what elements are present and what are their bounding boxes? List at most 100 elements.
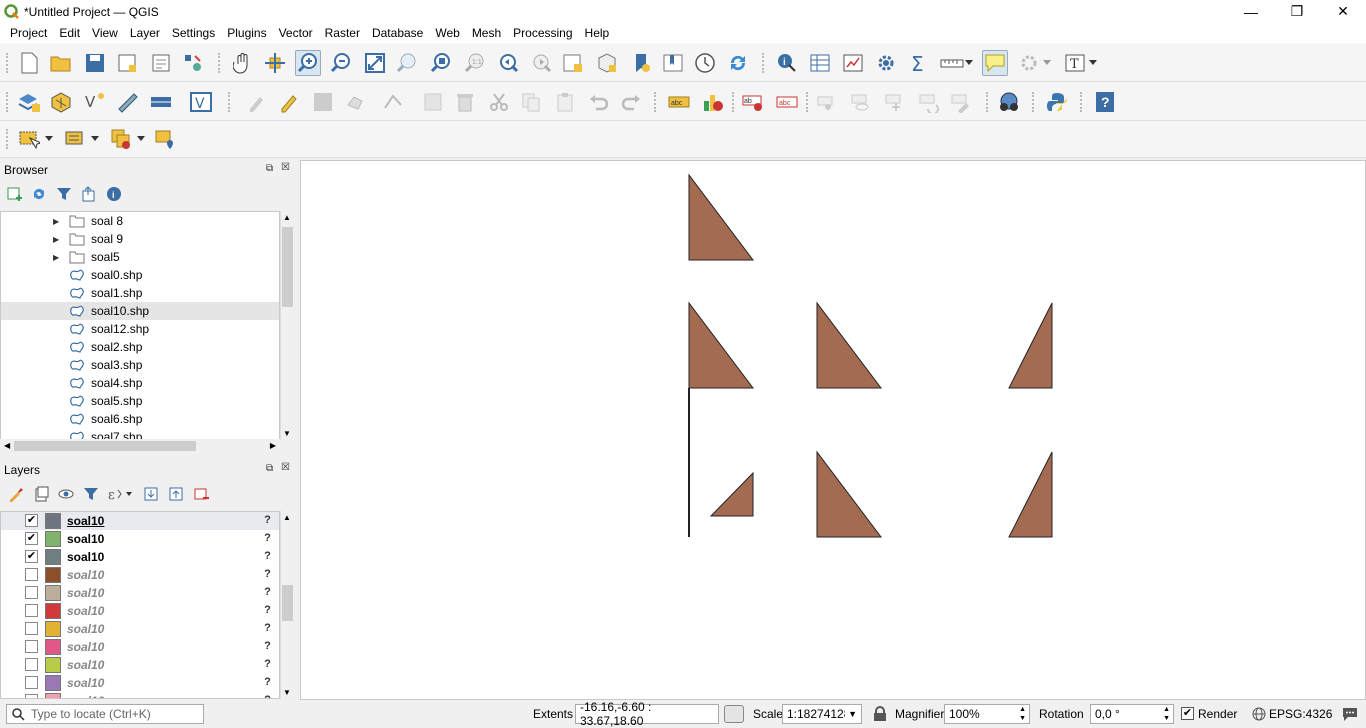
- zoom-next-icon[interactable]: [528, 50, 554, 76]
- refresh-icon[interactable]: [31, 186, 47, 202]
- menu-mesh[interactable]: Mesh: [466, 23, 507, 43]
- expand-arrow-icon[interactable]: ▶: [53, 235, 59, 244]
- delete-selected-icon[interactable]: [452, 89, 478, 115]
- chevron-down-icon[interactable]: [1086, 50, 1100, 76]
- toolbar-grip[interactable]: [806, 92, 810, 112]
- layout-manager-icon[interactable]: [148, 50, 174, 76]
- spin-arrows-icon[interactable]: ▲ ▼: [1019, 705, 1026, 723]
- chevron-down-icon[interactable]: [42, 126, 56, 152]
- toolbar-grip[interactable]: [6, 92, 10, 112]
- toolbar-grip[interactable]: [1032, 92, 1036, 112]
- menu-web[interactable]: Web: [429, 23, 465, 43]
- select-by-value-icon[interactable]: [62, 126, 88, 152]
- toolbar-grip[interactable]: [1080, 92, 1084, 112]
- browser-tree[interactable]: ▶ soal 8 ▶ soal 9 ▶ soal5 soal0.shp soal1.s…: [0, 211, 280, 440]
- browser-item[interactable]: soal4.shp: [1, 374, 279, 392]
- layer-labeling-icon[interactable]: ab: [740, 89, 766, 115]
- triangle-feature[interactable]: [688, 173, 755, 261]
- magnifier-spinbox[interactable]: 100% ▲ ▼: [944, 704, 1030, 724]
- open-attribute-table-icon[interactable]: [807, 50, 833, 76]
- menu-vector[interactable]: Vector: [273, 23, 319, 43]
- close-panel-icon[interactable]: ☒: [281, 462, 290, 473]
- help-contents-icon[interactable]: ?: [1092, 89, 1118, 115]
- triangle-feature[interactable]: [816, 301, 883, 389]
- new-print-layout-icon[interactable]: [114, 50, 140, 76]
- chevron-down-icon[interactable]: [134, 126, 148, 152]
- menu-edit[interactable]: Edit: [53, 23, 86, 43]
- map-tips-icon[interactable]: [982, 50, 1008, 76]
- layers-vertical-scrollbar[interactable]: ▲ ▼: [280, 511, 294, 699]
- layer-symbol-swatch[interactable]: [45, 549, 61, 565]
- unknown-crs-icon[interactable]: ?: [261, 550, 274, 564]
- layer-item[interactable]: soal10?: [1, 566, 279, 584]
- triangle-feature[interactable]: [1008, 451, 1053, 538]
- menu-database[interactable]: Database: [366, 23, 429, 43]
- layer-symbol-swatch[interactable]: [45, 621, 61, 637]
- text-annotation-icon[interactable]: T: [1062, 50, 1088, 76]
- unknown-crs-icon[interactable]: ?: [261, 658, 274, 672]
- browser-item[interactable]: soal6.shp: [1, 410, 279, 428]
- triangle-feature[interactable]: [688, 301, 755, 389]
- new-temporary-layer-icon[interactable]: V: [188, 89, 214, 115]
- layer-visibility-checkbox[interactable]: [25, 604, 38, 617]
- layer-visibility-checkbox[interactable]: [25, 568, 38, 581]
- show-hide-labels-icon[interactable]: [848, 89, 874, 115]
- browser-horizontal-scrollbar[interactable]: ◀ ▶: [0, 439, 280, 453]
- temporal-controller-icon[interactable]: [692, 50, 718, 76]
- browser-item[interactable]: soal12.shp: [1, 320, 279, 338]
- toolbar-grip[interactable]: [228, 92, 232, 112]
- toolbar-grip[interactable]: [654, 92, 658, 112]
- layer-symbol-swatch[interactable]: [45, 603, 61, 619]
- unknown-crs-icon[interactable]: ?: [261, 586, 274, 600]
- identify-features-icon[interactable]: i: [774, 50, 800, 76]
- layer-visibility-checkbox[interactable]: [25, 640, 38, 653]
- chevron-down-icon[interactable]: [1040, 50, 1054, 76]
- menu-raster[interactable]: Raster: [319, 23, 366, 43]
- unknown-crs-icon[interactable]: ?: [261, 514, 274, 528]
- browser-item[interactable]: soal2.shp: [1, 338, 279, 356]
- scrollbar-thumb[interactable]: [282, 585, 293, 621]
- metasearch-icon[interactable]: [996, 89, 1022, 115]
- zoom-to-layer-icon[interactable]: [428, 50, 454, 76]
- highlight-pinned-labels-icon[interactable]: [814, 89, 840, 115]
- open-layer-styling-icon[interactable]: [8, 486, 24, 502]
- rotation-spinbox[interactable]: 0,0 ° ▲ ▼: [1090, 704, 1174, 724]
- zoom-to-selection-icon[interactable]: [394, 50, 420, 76]
- add-group-icon[interactable]: [33, 486, 49, 502]
- maximize-button[interactable]: ❐: [1274, 0, 1320, 23]
- browser-item[interactable]: soal3.shp: [1, 356, 279, 374]
- render-checkbox[interactable]: ✔: [1181, 707, 1194, 720]
- crs-button[interactable]: EPSG:4326: [1269, 707, 1332, 721]
- redo-icon[interactable]: [618, 89, 644, 115]
- add-feature-icon[interactable]: [343, 89, 369, 115]
- triangle-feature[interactable]: [1008, 302, 1053, 389]
- zoom-full-icon[interactable]: [362, 50, 388, 76]
- toolbar-grip[interactable]: [762, 53, 766, 73]
- browser-item[interactable]: ▶ soal5: [1, 248, 279, 266]
- layer-item[interactable]: soal10?: [1, 584, 279, 602]
- collapse-all-icon[interactable]: [168, 486, 184, 502]
- select-features-icon[interactable]: [16, 126, 42, 152]
- save-project-icon[interactable]: [82, 50, 108, 76]
- paste-features-icon[interactable]: [552, 89, 578, 115]
- change-label-icon[interactable]: [948, 89, 974, 115]
- menu-plugins[interactable]: Plugins: [221, 23, 272, 43]
- layer-item[interactable]: soal10?: [1, 602, 279, 620]
- layer-item[interactable]: soal10?: [1, 692, 279, 698]
- unknown-crs-icon[interactable]: ?: [261, 568, 274, 582]
- browser-item[interactable]: soal0.shp: [1, 266, 279, 284]
- python-console-icon[interactable]: [1044, 89, 1070, 115]
- new-map-view-icon[interactable]: [560, 50, 586, 76]
- scroll-right-icon[interactable]: ▶: [270, 441, 276, 450]
- layer-visibility-checkbox[interactable]: ✔: [25, 514, 38, 527]
- zoom-last-icon[interactable]: [495, 50, 521, 76]
- layer-symbol-swatch[interactable]: [45, 639, 61, 655]
- browser-item[interactable]: soal5.shp: [1, 392, 279, 410]
- new-spatial-bookmark-icon[interactable]: [628, 50, 654, 76]
- menu-project[interactable]: Project: [4, 23, 53, 43]
- map-canvas[interactable]: [300, 160, 1366, 700]
- modify-attributes-icon[interactable]: [420, 89, 446, 115]
- layer-diagram-icon[interactable]: abc: [774, 89, 800, 115]
- refresh-icon[interactable]: [725, 50, 751, 76]
- move-label-icon[interactable]: [882, 89, 908, 115]
